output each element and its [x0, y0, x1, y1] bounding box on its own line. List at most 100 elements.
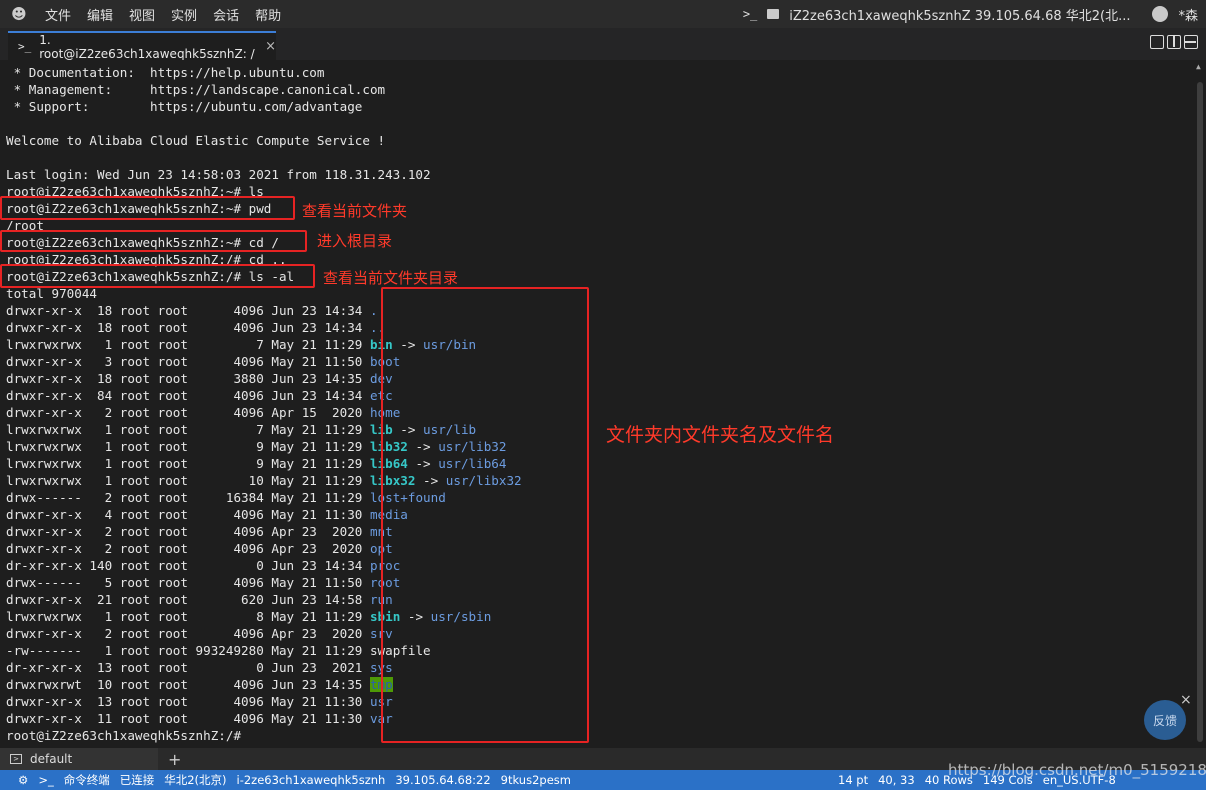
listing-meta: dr-xr-xr-x 140 root root 0 Jun 23 14:34: [6, 558, 370, 573]
listing-row: drwxr-xr-x 2 root root 4096 Apr 15 2020 …: [6, 404, 400, 421]
status-region: 华北2(北京): [164, 773, 227, 787]
listing-meta: drwxr-xr-x 18 root root 4096 Jun 23 14:3…: [6, 320, 370, 335]
listing-row: drwxr-xr-x 18 root root 4096 Jun 23 14:3…: [6, 302, 378, 319]
listing-meta: drwxr-xr-x 2 root root 4096 Apr 23 2020: [6, 626, 370, 641]
menu-help[interactable]: 帮助: [248, 5, 288, 24]
listing-row: drwxr-xr-x 11 root root 4096 May 21 11:3…: [6, 710, 393, 727]
listing-row: drwx------ 2 root root 16384 May 21 11:2…: [6, 489, 446, 506]
layout-controls: [1150, 35, 1198, 49]
scroll-up-icon[interactable]: ▲: [1196, 62, 1201, 71]
listing-meta: drwxr-xr-x 2 root root 4096 Apr 23 2020: [6, 541, 370, 556]
menu-file[interactable]: 文件: [38, 5, 78, 24]
menu-instance[interactable]: 实例: [164, 5, 204, 24]
annotation-box-names: [381, 287, 589, 743]
listing-row: drwxr-xr-x 2 root root 4096 Apr 23 2020 …: [6, 540, 393, 557]
annotation-box-pwd: [0, 196, 295, 220]
terminal-icon[interactable]: >_: [743, 7, 757, 21]
listing-meta: drwxr-xr-x 3 root root 4096 May 21 11:50: [6, 354, 370, 369]
terminal-prompt: root@iZ2ze63ch1xaweqhk5sznhZ:/#: [6, 728, 249, 743]
listing-meta: drwxr-xr-x 84 root root 4096 Jun 23 14:3…: [6, 388, 370, 403]
tab-label: 1. root@iZ2ze63ch1xaweqhk5sznhZ: /: [39, 32, 255, 61]
listing-row: drwx------ 5 root root 4096 May 21 11:50…: [6, 574, 400, 591]
listing-meta: drwx------ 5 root root 4096 May 21 11:50: [6, 575, 370, 590]
annotation-box-ls-al: [0, 264, 315, 288]
listing-meta: drwxr-xr-x 13 root root 4096 May 21 11:3…: [6, 694, 370, 709]
menubar-right: >_ iZ2ze63ch1xaweqhk5sznhZ 39.105.64.68 …: [743, 0, 1198, 28]
annotation-cd-root: 进入根目录: [317, 232, 393, 250]
listing-name: .: [369, 303, 378, 318]
app-logo-icon: ☻: [11, 5, 27, 23]
listing-row: drwxr-xr-x 4 root root 4096 May 21 11:30…: [6, 506, 408, 523]
listing-row: drwxr-xr-x 13 root root 4096 May 21 11:3…: [6, 693, 393, 710]
listing-meta: drwxr-xr-x 18 root root 3880 Jun 23 14:3…: [6, 371, 370, 386]
listing-meta: lrwxrwxrwx 1 root root 8 May 21 11:29: [6, 609, 370, 624]
status-cursor: 40, 33: [878, 773, 915, 787]
status-font-size[interactable]: 14 pt: [838, 773, 868, 787]
new-pane-icon[interactable]: [1150, 35, 1164, 49]
listing-row: drwxr-xr-x 2 root root 4096 Apr 23 2020 …: [6, 625, 393, 642]
listing-meta: lrwxrwxrwx 1 root root 9 May 21 11:29: [6, 456, 370, 471]
terminal-line: Last login: Wed Jun 23 14:58:03 2021 fro…: [6, 167, 431, 182]
listing-meta: drwxr-xr-x 11 root root 4096 May 21 11:3…: [6, 711, 370, 726]
menu-view[interactable]: 视图: [122, 5, 162, 24]
folder-icon[interactable]: [767, 9, 780, 19]
pin-icon[interactable]: ⚙: [18, 773, 28, 787]
scrollbar[interactable]: ▲: [1194, 60, 1206, 748]
scrollbar-thumb[interactable]: [1197, 82, 1203, 742]
terminal-line: * Support: https://ubuntu.com/advantage: [6, 99, 363, 114]
annotation-names: 文件夹内文件夹名及文件名: [606, 424, 835, 446]
menu-session[interactable]: 会话: [206, 5, 246, 24]
listing-meta: drwxr-xr-x 21 root root 620 Jun 23 14:58: [6, 592, 370, 607]
session-tab-default[interactable]: > default: [0, 748, 158, 770]
listing-row: -rw------- 1 root root 993249280 May 21 …: [6, 642, 431, 659]
status-cmd: 命令终端: [63, 773, 110, 787]
close-icon[interactable]: ×: [265, 39, 276, 54]
listing-meta: dr-xr-xr-x 13 root root 0 Jun 23 2021: [6, 660, 370, 675]
terminal-small-icon: >_: [38, 773, 54, 787]
listing-row: drwxr-xr-x 2 root root 4096 Apr 23 2020 …: [6, 523, 393, 540]
status-user: 9tkus2pesm: [500, 773, 571, 787]
listing-meta: lrwxrwxrwx 1 root root 7 May 21 11:29: [6, 422, 370, 437]
tab-bar: >_ 1. root@iZ2ze63ch1xaweqhk5sznhZ: / ×: [0, 28, 1206, 61]
listing-meta: drwx------ 2 root root 16384 May 21 11:2…: [6, 490, 370, 505]
session-tab-label: default: [30, 752, 73, 766]
terminal-line: * Management: https://landscape.canonica…: [6, 82, 386, 97]
listing-row: drwxr-xr-x 18 root root 4096 Jun 23 14:3…: [6, 319, 385, 336]
terminal-output[interactable]: ▲ * Documentation: https://help.ubuntu.c…: [0, 60, 1206, 748]
listing-row: drwxr-xr-x 21 root root 620 Jun 23 14:58…: [6, 591, 393, 608]
listing-row: dr-xr-xr-x 13 root root 0 Jun 23 2021 sy…: [6, 659, 393, 676]
watermark: https://blog.csdn.net/m0_51592186: [948, 761, 1206, 779]
listing-meta: drwxr-xr-x 4 root root 4096 May 21 11:30: [6, 507, 370, 522]
listing-row: drwxr-xr-x 84 root root 4096 Jun 23 14:3…: [6, 387, 393, 404]
add-session-icon[interactable]: +: [168, 750, 181, 769]
menu-bar: ☻ 文件 编辑 视图 实例 会话 帮助 >_ iZ2ze63ch1xaweqhk…: [0, 0, 1206, 28]
listing-row: drwxr-xr-x 3 root root 4096 May 21 11:50…: [6, 353, 400, 370]
status-instance: i-2ze63ch1xaweqhk5sznh: [236, 773, 386, 787]
listing-meta: drwxr-xr-x 2 root root 4096 Apr 23 2020: [6, 524, 370, 539]
listing-meta: lrwxrwxrwx 1 root root 7 May 21 11:29: [6, 337, 370, 352]
terminal-tab-icon: >_: [18, 40, 32, 53]
listing-meta: drwxrwxrwt 10 root root 4096 Jun 23 14:3…: [6, 677, 370, 692]
listing-meta: drwxr-xr-x 18 root root 4096 Jun 23 14:3…: [6, 303, 370, 318]
terminal-line: Welcome to Alibaba Cloud Elastic Compute…: [6, 133, 386, 148]
user-name[interactable]: *森: [1178, 5, 1198, 24]
listing-meta: lrwxrwxrwx 1 root root 9 May 21 11:29: [6, 439, 370, 454]
close-icon[interactable]: ×: [1180, 692, 1192, 708]
menu-edit[interactable]: 编辑: [80, 5, 120, 24]
annotation-box-cd-root: [0, 230, 307, 252]
terminal-icon: >: [10, 754, 22, 764]
session-title: iZ2ze63ch1xaweqhk5sznhZ 39.105.64.68 华北2…: [789, 8, 1131, 24]
listing-row: drwxr-xr-x 18 root root 3880 Jun 23 14:3…: [6, 370, 393, 387]
tab-terminal[interactable]: >_ 1. root@iZ2ze63ch1xaweqhk5sznhZ: / ×: [8, 31, 276, 61]
split-horizontal-icon[interactable]: [1184, 35, 1198, 49]
status-connected: 已连接: [119, 773, 155, 787]
listing-row: drwxrwxrwt 10 root root 4096 Jun 23 14:3…: [6, 676, 393, 693]
listing-meta: drwxr-xr-x 2 root root 4096 Apr 15 2020: [6, 405, 370, 420]
avatar[interactable]: [1152, 6, 1169, 22]
listing-meta: -rw------- 1 root root 993249280 May 21 …: [6, 643, 370, 658]
listing-meta: lrwxrwxrwx 1 root root 10 May 21 11:29: [6, 473, 370, 488]
annotation-ls-al: 查看当前文件夹目录: [323, 269, 459, 287]
status-ip: 39.105.64.68:22: [395, 773, 491, 787]
listing-row: dr-xr-xr-x 140 root root 0 Jun 23 14:34 …: [6, 557, 400, 574]
split-vertical-icon[interactable]: [1167, 35, 1181, 49]
